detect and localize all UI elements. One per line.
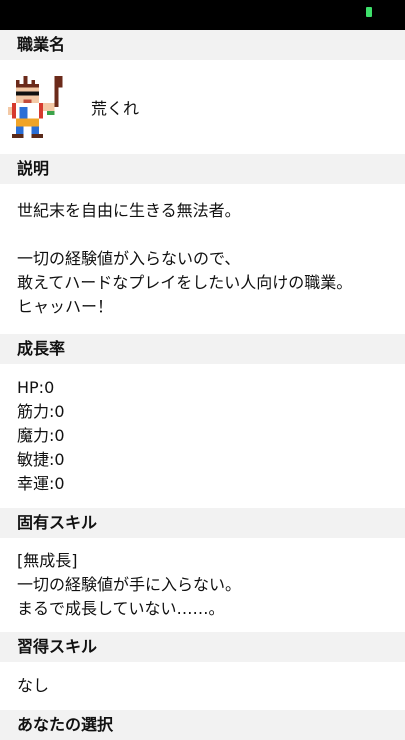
job-row: 荒くれ bbox=[0, 60, 405, 154]
brute-sprite-icon bbox=[8, 76, 63, 138]
learned-skill-body: なし bbox=[0, 662, 405, 710]
description-header: 説明 bbox=[0, 154, 405, 184]
skill-line: [無成長] bbox=[17, 551, 78, 570]
skill-line: 一切の経験値が手に入らない。 bbox=[17, 575, 242, 594]
growth-stats: HP:0 筋力:0 魔力:0 敏捷:0 幸運:0 bbox=[0, 364, 405, 508]
description-body: 世紀末を自由に生きる無法者。 一切の経験値が入らないので、 敢えてハードなプレイ… bbox=[0, 184, 405, 334]
choice-header: あなたの選択 bbox=[0, 710, 405, 740]
description-line bbox=[17, 223, 405, 247]
unique-skill-body: [無成長] 一切の経験値が手に入らない。 まるで成長していない……。 bbox=[0, 538, 405, 632]
description-line: 一切の経験値が入らないので、 bbox=[17, 249, 241, 268]
battery-icon bbox=[366, 7, 372, 17]
stat-magic: 魔力:0 bbox=[17, 426, 65, 445]
learned-skill-value: なし bbox=[17, 676, 50, 695]
description-line: ヒャッハー！ bbox=[17, 297, 114, 316]
stat-strength: 筋力:0 bbox=[17, 402, 65, 421]
job-name: 荒くれ bbox=[91, 99, 140, 118]
description-line: 敢えてハードなプレイをしたい人向けの職業。 bbox=[17, 273, 353, 292]
description-line: 世紀末を自由に生きる無法者。 bbox=[17, 201, 241, 220]
status-bar bbox=[0, 0, 405, 30]
growth-header: 成長率 bbox=[0, 334, 405, 364]
job-name-header: 職業名 bbox=[0, 30, 405, 60]
unique-skill-header: 固有スキル bbox=[0, 508, 405, 538]
stat-hp: HP:0 bbox=[17, 378, 55, 397]
stat-luck: 幸運:0 bbox=[17, 474, 65, 493]
learned-skill-header: 習得スキル bbox=[0, 632, 405, 662]
stat-agility: 敏捷:0 bbox=[17, 450, 65, 469]
skill-line: まるで成長していない……。 bbox=[17, 599, 225, 618]
